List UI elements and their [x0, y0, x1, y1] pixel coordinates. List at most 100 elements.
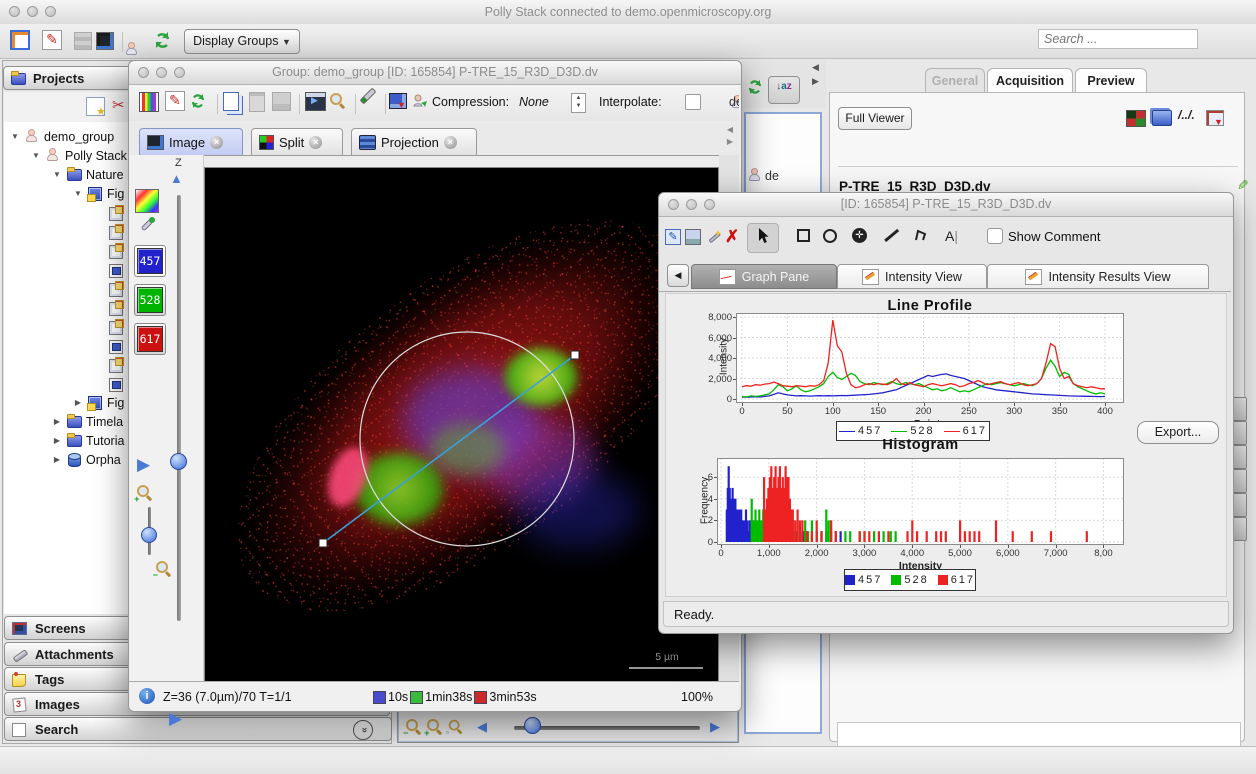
- channel-button-528[interactable]: 528: [134, 284, 166, 316]
- magnify-plus-icon[interactable]: +: [137, 485, 152, 500]
- zoom-window-button[interactable]: [174, 67, 185, 78]
- measure-tab-intensity-results-view[interactable]: Intensity Results View: [987, 264, 1209, 289]
- tree-item[interactable]: ▼Fig: [73, 184, 124, 203]
- save-roi-icon[interactable]: [685, 229, 701, 245]
- z-play-icon[interactable]: ▶: [169, 709, 182, 729]
- roi-overlay[interactable]: [205, 168, 718, 681]
- global-search-input[interactable]: [1038, 29, 1198, 49]
- browser-icon[interactable]: [10, 30, 30, 50]
- collapsed-tool-button[interactable]: [1232, 469, 1247, 493]
- edit-roi-icon[interactable]: ✎: [665, 229, 681, 245]
- close-window-button[interactable]: [668, 199, 679, 210]
- tree-item[interactable]: [94, 260, 128, 279]
- tree-item[interactable]: ▶Fig: [73, 393, 124, 412]
- line-plot-icon[interactable]: /../.: [1178, 108, 1195, 122]
- delete-roi-icon[interactable]: ✗: [725, 227, 739, 247]
- channels-icon[interactable]: [1126, 110, 1146, 127]
- tree-item[interactable]: ▶Timela: [52, 412, 123, 431]
- z-up-icon[interactable]: ▲: [170, 171, 183, 186]
- tree-item[interactable]: ▼demo_group: [10, 127, 114, 146]
- rendering-settings-icon[interactable]: [139, 92, 159, 112]
- magnify-slider-knob[interactable]: [141, 527, 157, 543]
- tab-scroll-right-icon[interactable]: ▶: [727, 137, 733, 146]
- z-slider-knob[interactable]: [170, 453, 187, 470]
- lens-icon[interactable]: [330, 93, 345, 108]
- full-viewer-button[interactable]: Full Viewer: [838, 107, 912, 130]
- tree-expanded-icon[interactable]: ▼: [10, 132, 20, 141]
- eyedropper-icon[interactable]: [137, 215, 157, 238]
- channel-button-457[interactable]: 457: [134, 245, 166, 277]
- wand-icon[interactable]: [705, 228, 723, 249]
- zoom-window-button[interactable]: [704, 199, 715, 210]
- zoom-slider-track[interactable]: [514, 726, 700, 730]
- compression-value[interactable]: None: [519, 95, 549, 109]
- minimize-window-button[interactable]: [686, 199, 697, 210]
- tree-item[interactable]: [94, 298, 128, 317]
- minimize-window-button[interactable]: [156, 67, 167, 78]
- line-tool-icon[interactable]: [884, 229, 899, 242]
- collapsed-tool-button[interactable]: [1232, 397, 1247, 421]
- point-tool-icon[interactable]: ✛: [852, 228, 867, 243]
- viewer-tab-image[interactable]: Image: [139, 128, 243, 155]
- tree-item[interactable]: [94, 222, 128, 241]
- collapsed-tool-button[interactable]: [1232, 493, 1247, 517]
- sidebar-panel-search[interactable]: Search»: [4, 717, 392, 741]
- close-window-button[interactable]: [138, 67, 149, 78]
- right-tab-acquisition[interactable]: Acquisition: [987, 68, 1073, 92]
- right-tab-general[interactable]: General: [925, 68, 985, 92]
- zoom-fit-icon[interactable]: ▫: [449, 720, 463, 734]
- measure-tab-intensity-view[interactable]: Intensity View: [837, 264, 987, 289]
- collapsed-tool-button[interactable]: [1232, 445, 1247, 469]
- edit-icon[interactable]: ✎: [165, 91, 185, 111]
- tree-collapsed-icon[interactable]: ▶: [52, 436, 62, 445]
- refresh-icon[interactable]: [746, 78, 764, 99]
- text-tool-icon[interactable]: A|: [945, 228, 958, 244]
- zoom-window-button[interactable]: [45, 6, 56, 17]
- scroll-right-icon[interactable]: ▶: [812, 76, 819, 87]
- polyline-tool-icon[interactable]: [913, 227, 929, 246]
- collapsed-tool-button[interactable]: [1232, 517, 1247, 541]
- ellipse-tool-icon[interactable]: [823, 229, 837, 243]
- copy-icon[interactable]: [223, 92, 239, 111]
- compression-stepper[interactable]: ▲▼: [571, 93, 586, 113]
- display-groups-button[interactable]: Display Groups ▼: [184, 29, 300, 54]
- sort-alpha-button[interactable]: ↓az: [768, 76, 800, 104]
- tree-item[interactable]: ▼Polly Stack: [31, 146, 127, 165]
- refresh-icon[interactable]: [189, 92, 207, 113]
- tree-collapsed-icon[interactable]: ▶: [52, 417, 62, 426]
- collapsed-tool-button[interactable]: [1232, 421, 1247, 445]
- step-right-icon[interactable]: ▶: [710, 719, 720, 735]
- tree-item[interactable]: [94, 374, 128, 393]
- copy-folder-icon[interactable]: [1152, 110, 1172, 126]
- tree-expanded-icon[interactable]: ▼: [52, 170, 62, 179]
- close-window-button[interactable]: [9, 6, 20, 17]
- tree-item[interactable]: [94, 317, 128, 336]
- zoom-in-icon[interactable]: +: [427, 719, 442, 734]
- color-picker-icon[interactable]: [135, 189, 159, 213]
- collapse-panel-icon[interactable]: »: [353, 720, 373, 740]
- minimize-window-button[interactable]: [27, 6, 38, 17]
- info-icon[interactable]: i: [139, 688, 155, 704]
- measurement-tool-icon[interactable]: [360, 88, 377, 105]
- tree-expanded-icon[interactable]: ▼: [73, 189, 83, 198]
- tree-item[interactable]: [94, 336, 128, 355]
- user-refresh-icon[interactable]: [152, 30, 172, 53]
- measure-tab-graph-pane[interactable]: Graph Pane: [691, 264, 837, 289]
- channel-button-617[interactable]: 617: [134, 323, 166, 355]
- tree-collapsed-icon[interactable]: ▶: [52, 455, 62, 464]
- publish-icon[interactable]: [411, 92, 429, 113]
- zoom-slider-knob[interactable]: [524, 717, 541, 734]
- tree-item[interactable]: [94, 241, 128, 260]
- z-slider-track[interactable]: [177, 195, 181, 621]
- edit-name-icon[interactable]: ✎: [1237, 177, 1249, 194]
- interpolate-checkbox[interactable]: [685, 94, 701, 110]
- image-view-icon[interactable]: [96, 32, 114, 50]
- close-tab-icon[interactable]: [444, 136, 457, 149]
- tree-item[interactable]: [94, 355, 128, 374]
- tab-scroll-left-icon[interactable]: ◀: [727, 125, 733, 134]
- channel-play-icon[interactable]: ▶: [137, 455, 150, 475]
- close-tab-icon[interactable]: [309, 136, 322, 149]
- tab-scroll-left-button[interactable]: ◀: [667, 264, 689, 287]
- viewer-tab-projection[interactable]: Projection: [351, 128, 477, 155]
- cut-icon[interactable]: ✂: [112, 96, 125, 114]
